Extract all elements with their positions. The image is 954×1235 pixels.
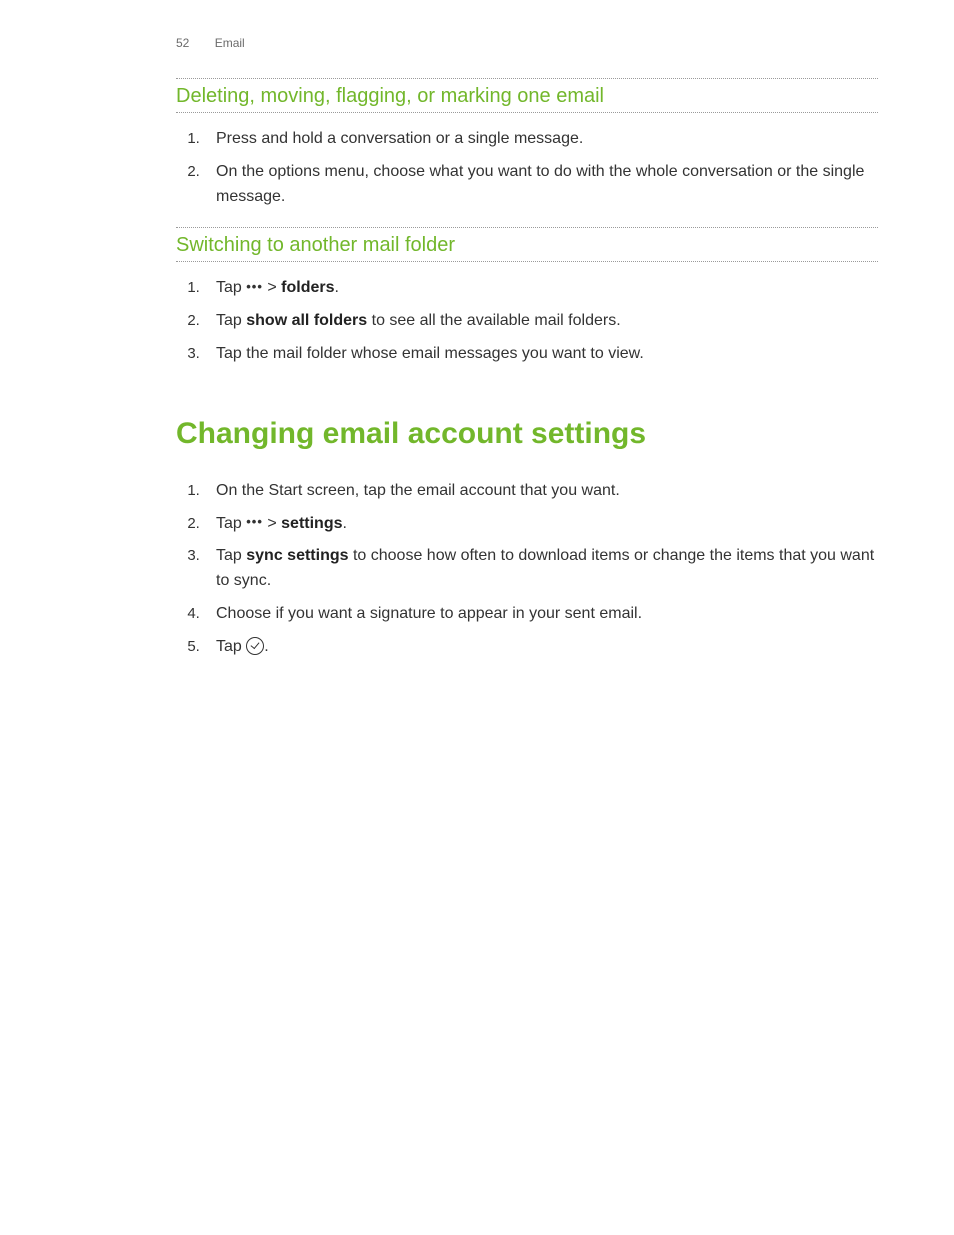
list-item: On the Start screen, tap the email accou… [204, 479, 878, 504]
page-header: 52 Email [176, 36, 878, 50]
list-item: Tap sync settings to choose how often to… [204, 544, 878, 594]
document-page: 52 Email Deleting, moving, flagging, or … [0, 0, 954, 718]
section-title-switching: Switching to another mail folder [176, 228, 878, 261]
list-item: Press and hold a conversation or a singl… [204, 127, 878, 152]
list-item: Tap ••• > settings. [204, 512, 878, 537]
section-heading-rule: Deleting, moving, flagging, or marking o… [176, 78, 878, 113]
step-text: Tap [216, 515, 246, 532]
section-title-deleting: Deleting, moving, flagging, or marking o… [176, 79, 878, 112]
steps-list-section1: Press and hold a conversation or a singl… [176, 127, 878, 209]
step-text: Tap [216, 279, 246, 296]
bold-term: settings [281, 515, 342, 532]
step-text: > [263, 515, 281, 532]
more-icon: ••• [246, 277, 263, 297]
section-heading-rule: Switching to another mail folder [176, 227, 878, 262]
steps-list-section3: On the Start screen, tap the email accou… [176, 479, 878, 660]
more-icon: ••• [246, 512, 263, 532]
bold-term: show all folders [246, 312, 367, 329]
bold-term: sync settings [246, 547, 348, 564]
step-text: > [263, 279, 281, 296]
list-item: Tap . [204, 635, 878, 660]
step-text: . [334, 279, 338, 296]
bold-term: folders [281, 279, 334, 296]
step-text: Tap [216, 638, 246, 655]
list-item: Tap show all folders to see all the avai… [204, 309, 878, 334]
step-text: Tap [216, 312, 246, 329]
chapter-name: Email [215, 36, 245, 50]
step-text: . [342, 515, 346, 532]
page-number: 52 [176, 36, 189, 50]
page-title: Changing email account settings [176, 417, 878, 451]
list-item: On the options menu, choose what you wan… [204, 160, 878, 210]
check-circle-icon [246, 637, 264, 655]
list-item: Choose if you want a signature to appear… [204, 602, 878, 627]
list-item: Tap the mail folder whose email messages… [204, 342, 878, 367]
steps-list-section2: Tap ••• > folders. Tap show all folders … [176, 276, 878, 366]
step-text: to see all the available mail folders. [367, 312, 620, 329]
step-text: Tap [216, 547, 246, 564]
step-text: . [264, 638, 268, 655]
list-item: Tap ••• > folders. [204, 276, 878, 301]
